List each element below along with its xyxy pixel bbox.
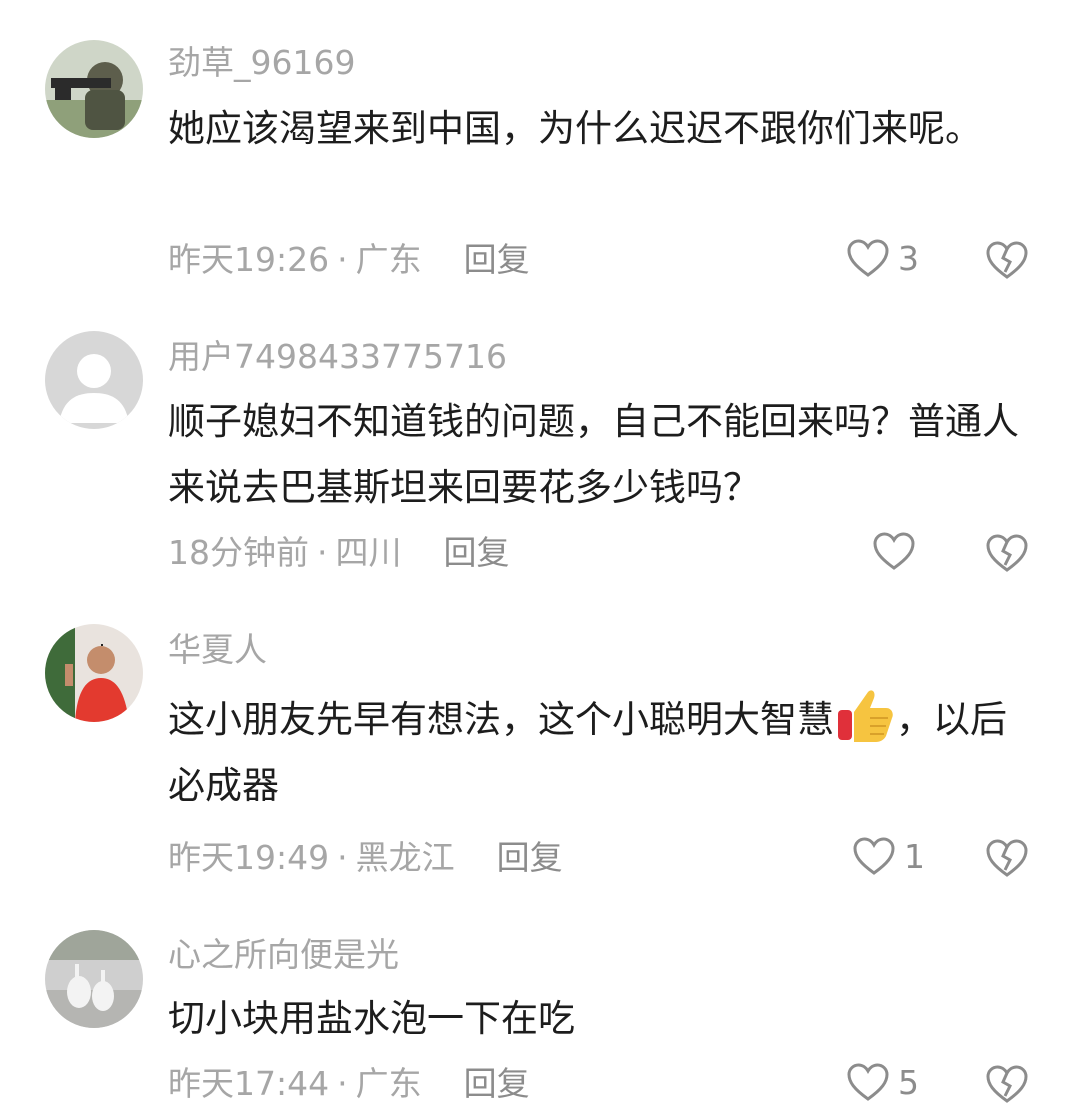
like-count: 5: [898, 1062, 919, 1102]
like-button[interactable]: 3: [846, 238, 919, 278]
heart-icon: [847, 239, 889, 277]
thumbs-up-icon: [838, 690, 893, 742]
comment-username[interactable]: 劲草_96169: [168, 43, 355, 83]
broken-heart-icon: [986, 1065, 1028, 1103]
comment-text: 她应该渴望来到中国，为什么迟迟不跟你们来呢。: [168, 107, 982, 150]
comment-time: 昨天19:26: [168, 240, 330, 279]
heart-icon: [873, 532, 915, 570]
comment-text: 顺子媳妇不知道钱的问题，自己不能回来吗？普通人来说去巴基斯坦来回要花多少钱吗？: [168, 400, 1019, 509]
comment-username[interactable]: 华夏人: [168, 630, 267, 670]
separator-dot: ·: [317, 533, 328, 572]
broken-heart-icon: [986, 534, 1028, 572]
broken-heart-icon: [986, 241, 1028, 279]
comment-time: 昨天17:44: [168, 1064, 330, 1103]
like-button[interactable]: 1: [852, 836, 925, 876]
broken-heart-icon: [986, 839, 1028, 877]
comment-username[interactable]: 用户7498433775716: [168, 337, 507, 377]
comment-meta: 昨天19:26 · 广东 回复: [168, 240, 530, 280]
soldier-avatar-image: [45, 40, 143, 138]
avatar[interactable]: [45, 40, 143, 138]
heart-icon: [847, 1063, 889, 1101]
like-button[interactable]: 5: [846, 1062, 919, 1102]
avatar[interactable]: [45, 624, 143, 722]
like-count: 1: [904, 836, 925, 876]
like-count: 3: [898, 238, 919, 278]
comment-username[interactable]: 心之所向便是光: [168, 935, 399, 975]
dislike-button[interactable]: [985, 1064, 1029, 1104]
comment-meta: 昨天19:49 · 黑龙江 回复: [168, 838, 563, 878]
comment-location: 广东: [355, 240, 422, 279]
reply-button[interactable]: 回复: [497, 838, 563, 877]
comment-time: 18分钟前: [168, 533, 309, 572]
man-avatar-image: [45, 624, 143, 722]
separator-dot: ·: [337, 838, 348, 877]
comment-location: 四川: [335, 533, 402, 572]
default-user-icon: [45, 331, 143, 429]
dislike-button[interactable]: [985, 533, 1029, 573]
dislike-button[interactable]: [985, 240, 1029, 280]
comment-text-part: 这小朋友先早有想法，这个小聪明大智慧: [168, 698, 834, 741]
separator-dot: ·: [337, 1064, 348, 1103]
comment-meta: 18分钟前 · 四川 回复: [168, 533, 510, 573]
avatar[interactable]: [45, 331, 143, 429]
dislike-button[interactable]: [985, 838, 1029, 878]
like-button[interactable]: [872, 531, 924, 571]
reply-button[interactable]: 回复: [444, 533, 510, 572]
reply-button[interactable]: 回复: [464, 240, 530, 279]
comment-time: 昨天19:49: [168, 838, 330, 877]
comment-text: 这小朋友先早有想法，这个小聪明大智慧 ，以后必成器: [168, 684, 1008, 819]
comment-location: 黑龙江: [355, 838, 455, 877]
comment-text: 切小块用盐水泡一下在吃: [168, 997, 575, 1040]
comment-meta: 昨天17:44 · 广东 回复: [168, 1064, 530, 1104]
reply-button[interactable]: 回复: [464, 1064, 530, 1103]
heart-icon: [853, 837, 895, 875]
comment-location: 广东: [355, 1064, 422, 1103]
avatar[interactable]: [45, 930, 143, 1028]
geese-avatar-image: [45, 930, 143, 1028]
separator-dot: ·: [337, 240, 348, 279]
